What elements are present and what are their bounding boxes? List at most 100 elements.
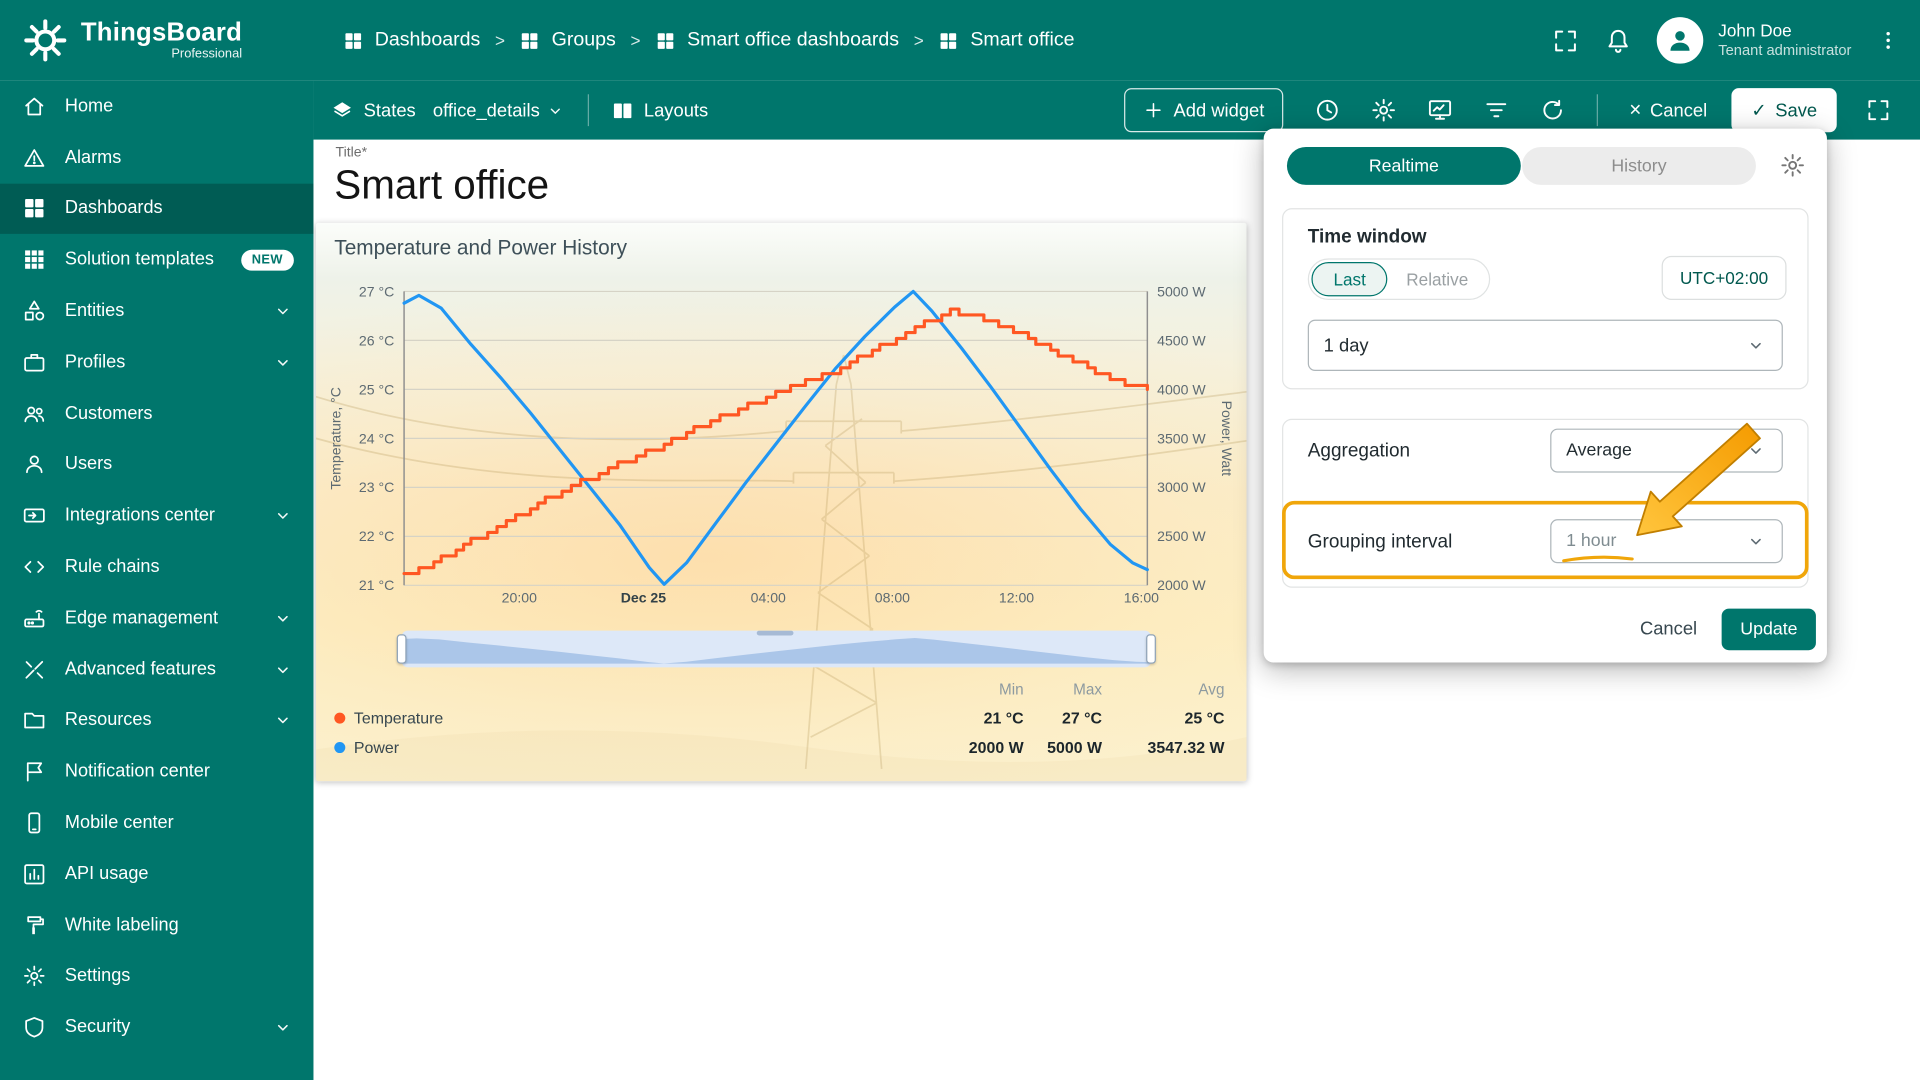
add-widget-button[interactable]: Add widget xyxy=(1124,88,1283,133)
sidebar-item-home[interactable]: Home xyxy=(0,81,313,132)
user-info[interactable]: John Doe Tenant administrator xyxy=(1718,20,1851,61)
sidebar-item-integrations-center[interactable]: Integrations center xyxy=(0,490,313,541)
sidebar-item-edge-management[interactable]: Edge management xyxy=(0,593,313,644)
timewindow-cancel-button[interactable]: Cancel xyxy=(1640,618,1697,639)
more-menu-icon[interactable] xyxy=(1876,27,1900,54)
sidebar-item-label: Settings xyxy=(64,966,131,987)
timezone-button[interactable]: UTC+02:00 xyxy=(1661,255,1787,300)
dashboards-icon xyxy=(22,197,46,221)
sidebar-item-resources[interactable]: Resources xyxy=(0,695,313,746)
sidebar-item-notification-center[interactable]: Notification center xyxy=(0,746,313,797)
avatar[interactable] xyxy=(1657,17,1704,64)
sidebar-item-users[interactable]: Users xyxy=(0,439,313,490)
svg-text:22 °C: 22 °C xyxy=(359,528,394,544)
entity-aliases-icon[interactable] xyxy=(1415,86,1464,135)
save-button[interactable]: ✓ Save xyxy=(1731,88,1837,133)
grouping-interval-value: 1 hour xyxy=(1566,531,1617,552)
sidebar-item-solution-templates[interactable]: Solution templates NEW xyxy=(0,234,313,285)
sidebar-item-entities[interactable]: Entities xyxy=(0,286,313,337)
breadcrumb-item-dashboards[interactable]: Dashboards xyxy=(343,29,480,51)
svg-text:3500 W: 3500 W xyxy=(1157,430,1206,446)
close-icon: × xyxy=(1629,97,1642,122)
tab-history[interactable]: History xyxy=(1522,146,1756,185)
breadcrumb-separator: > xyxy=(495,30,506,51)
sidebar-item-security[interactable]: Security xyxy=(0,1002,313,1053)
tab-realtime[interactable]: Realtime xyxy=(1286,146,1521,185)
sidebar-item-dashboards[interactable]: Dashboards xyxy=(0,183,314,235)
sidebar-item-label: Advanced features xyxy=(64,659,216,680)
relative-toggle[interactable]: Relative xyxy=(1388,269,1487,289)
sidebar-item-label: Profiles xyxy=(64,352,126,373)
breadcrumb-item-groups[interactable]: Groups xyxy=(520,29,616,51)
sidebar-item-alarms[interactable]: Alarms xyxy=(0,132,313,183)
filters-icon[interactable] xyxy=(1471,86,1520,135)
notification-icon xyxy=(22,759,46,783)
cancel-edit-button[interactable]: × Cancel xyxy=(1617,88,1719,132)
grouping-interval-select[interactable]: 1 hour xyxy=(1550,519,1783,564)
dashboard-settings-icon[interactable] xyxy=(1359,86,1408,135)
thingsboard-logo-icon xyxy=(22,17,69,64)
app-root: ThingsBoard Professional Dashboards > Grou… xyxy=(0,0,1920,1080)
last-toggle[interactable]: Last xyxy=(1311,262,1388,297)
settings-icon xyxy=(22,964,46,988)
timewindow-settings-gear-icon[interactable] xyxy=(1779,152,1806,179)
user-icon xyxy=(22,452,46,476)
profiles-icon xyxy=(22,350,46,374)
sidebar-item-label: Mobile center xyxy=(64,813,174,833)
svg-text:25 °C: 25 °C xyxy=(359,381,394,397)
legend-series-temperature[interactable]: Temperature xyxy=(334,709,947,727)
entities-icon xyxy=(22,299,46,323)
time-range-slider[interactable] xyxy=(396,630,1156,668)
svg-text:21 °C: 21 °C xyxy=(359,577,394,593)
edge-icon xyxy=(22,606,46,630)
update-button[interactable]: Update xyxy=(1721,608,1816,651)
thingsboard-logo[interactable]: ThingsBoard Professional xyxy=(22,17,313,64)
legend-value: 21 °C xyxy=(983,708,1024,728)
svg-text:23 °C: 23 °C xyxy=(359,479,394,495)
legend-series-power[interactable]: Power xyxy=(334,738,947,757)
svg-text:3000 W: 3000 W xyxy=(1157,479,1206,495)
svg-text:04:00: 04:00 xyxy=(751,589,786,605)
sidebar-item-advanced-features[interactable]: Advanced features xyxy=(0,644,313,695)
breadcrumb-item-smart-office[interactable]: Smart office xyxy=(939,29,1075,51)
sidebar-item-mobile-center[interactable]: Mobile center xyxy=(0,797,313,848)
aggregation-select[interactable]: Average xyxy=(1550,428,1783,473)
version-history-icon[interactable] xyxy=(1528,86,1577,135)
sidebar-item-label: Rule chains xyxy=(64,557,160,577)
time-window-icon[interactable] xyxy=(1302,86,1351,135)
chevron-down-icon xyxy=(272,351,294,373)
states-icon xyxy=(331,99,354,122)
svg-text:2000 W: 2000 W xyxy=(1157,577,1206,593)
breadcrumb-separator: > xyxy=(630,30,641,51)
fullscreen-icon[interactable] xyxy=(1854,86,1903,135)
breadcrumb-separator: > xyxy=(913,30,924,51)
sidebar-item-label: Security xyxy=(64,1017,131,1038)
notifications-bell-icon[interactable] xyxy=(1604,26,1632,54)
slider-left-handle[interactable] xyxy=(396,634,407,664)
svg-text:08:00: 08:00 xyxy=(875,589,910,605)
sidebar-item-profiles[interactable]: Profiles xyxy=(0,337,313,388)
sidebar-item-rule-chains[interactable]: Rule chains xyxy=(0,541,313,592)
svg-text:Power, Watt: Power, Watt xyxy=(1219,401,1235,476)
toolbar-divider xyxy=(587,94,589,127)
time-window-label: Time window xyxy=(1307,226,1427,248)
state-select[interactable]: office_details xyxy=(433,100,566,121)
layouts-label[interactable]: Layouts xyxy=(644,100,708,121)
integrations-icon xyxy=(22,504,46,528)
sidebar-item-api-usage[interactable]: API usage xyxy=(0,849,313,900)
sidebar-item-white-labeling[interactable]: White labeling xyxy=(0,900,313,951)
sidebar-item-label: Integrations center xyxy=(64,506,215,526)
sidebar-item-settings[interactable]: Settings xyxy=(0,951,313,1002)
time-range-select[interactable]: 1 day xyxy=(1307,319,1783,372)
customers-icon xyxy=(22,401,46,425)
svg-text:27 °C: 27 °C xyxy=(359,283,394,299)
slider-right-handle[interactable] xyxy=(1146,634,1156,664)
breadcrumb-item-smart-office-dashboards[interactable]: Smart office dashboards xyxy=(655,29,899,51)
fullscreen-icon[interactable] xyxy=(1552,26,1580,54)
time-window-section: Time window Last Relative UTC+02:00 1 da… xyxy=(1282,208,1809,390)
check-icon: ✓ xyxy=(1751,100,1767,122)
svg-text:24 °C: 24 °C xyxy=(359,430,394,446)
sidebar-item-customers[interactable]: Customers xyxy=(0,388,313,439)
dashboard-title[interactable]: Smart office xyxy=(334,162,549,209)
legend-col-header: Max xyxy=(1073,680,1103,698)
